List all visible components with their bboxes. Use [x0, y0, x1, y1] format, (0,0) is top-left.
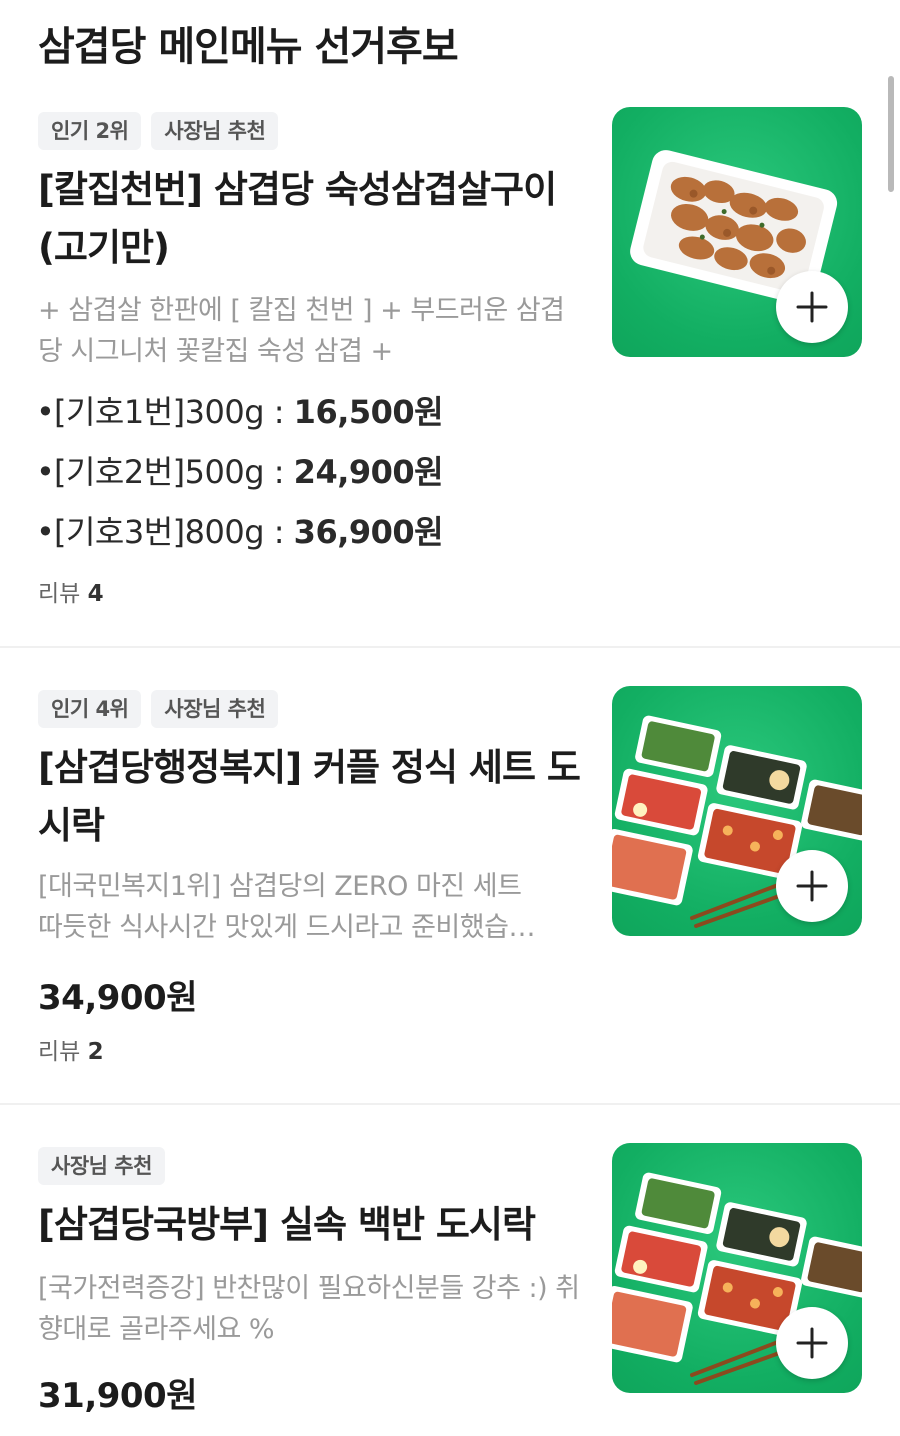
option-label: [기호2번]500g : — [54, 453, 294, 491]
menu-item-name[interactable]: [칼집천번] 삼겹당 숙성삼겹살구이 (고기만) — [38, 161, 593, 277]
bullet-icon: • — [36, 453, 55, 491]
item-divider — [0, 1103, 900, 1105]
review-count[interactable]: 리뷰 2 — [38, 1032, 104, 1066]
menu-item-name[interactable]: [삼겹당국방부] 실속 백반 도시락 — [38, 1196, 593, 1254]
popularity-badge: 인기 4위 — [38, 690, 142, 728]
option-list: •[기호1번]300g : 16,500원 •[기호2번]500g : 24,9… — [36, 382, 444, 562]
item-divider — [0, 646, 900, 648]
bullet-icon: • — [36, 513, 55, 551]
menu-item-photo[interactable] — [612, 686, 862, 936]
add-to-cart-button[interactable] — [776, 850, 848, 922]
add-to-cart-button[interactable] — [776, 1307, 848, 1379]
popularity-badge: 인기 2위 — [38, 112, 142, 150]
review-number: 2 — [87, 1039, 104, 1065]
option-price: 36,900원 — [293, 513, 444, 551]
add-to-cart-button[interactable] — [776, 271, 848, 343]
menu-item-price: 31,900원 — [38, 1376, 197, 1416]
menu-item-description: [국가전력증강] 반찬많이 필요하신분들 강추 :) 취향대로 골라주세요 % — [38, 1273, 580, 1345]
owner-pick-badge: 사장님 추천 — [38, 1147, 165, 1185]
plus-icon — [796, 1327, 828, 1359]
option-price: 24,900원 — [293, 453, 444, 491]
menu-item-photo[interactable] — [612, 1143, 862, 1393]
review-number: 4 — [87, 581, 104, 607]
menu-item-price: 34,900원 — [38, 978, 197, 1018]
menu-item-description-line1: [대국민복지1위] 삼겹당의 ZERO 마진 세트 — [38, 871, 522, 902]
plus-icon — [796, 291, 828, 323]
plus-icon — [796, 870, 828, 902]
owner-pick-badge: 사장님 추천 — [151, 690, 279, 728]
option-label: [기호3번]800g : — [54, 513, 294, 551]
review-count[interactable]: 리뷰 4 — [38, 574, 104, 608]
option-item: •[기호3번]800g : 36,900원 — [36, 502, 444, 562]
menu-item-description-line2: 따듯한 식사시간 맛있게 드시라고 준비했습… — [38, 912, 535, 943]
menu-item-description: + 삼겹살 한판에 [ 칼집 천번 ] + 부드러운 삼겹당 시그니처 꽃칼집 … — [38, 295, 565, 367]
option-price: 16,500원 — [293, 393, 444, 431]
option-item: •[기호1번]300g : 16,500원 — [36, 382, 444, 442]
bullet-icon: • — [36, 393, 55, 431]
review-label: 리뷰 — [38, 581, 81, 607]
option-label: [기호1번]300g : — [54, 393, 294, 431]
review-label: 리뷰 — [38, 1039, 81, 1065]
menu-item-photo[interactable] — [612, 107, 862, 357]
owner-pick-badge: 사장님 추천 — [151, 112, 279, 150]
section-title: 삼겹당 메인메뉴 선거후보 — [38, 24, 459, 70]
option-item: •[기호2번]500g : 24,900원 — [36, 442, 444, 502]
menu-item-name[interactable]: [삼겹당행정복지] 커플 정식 세트 도시락 — [38, 739, 593, 855]
scrollbar[interactable] — [888, 76, 894, 192]
